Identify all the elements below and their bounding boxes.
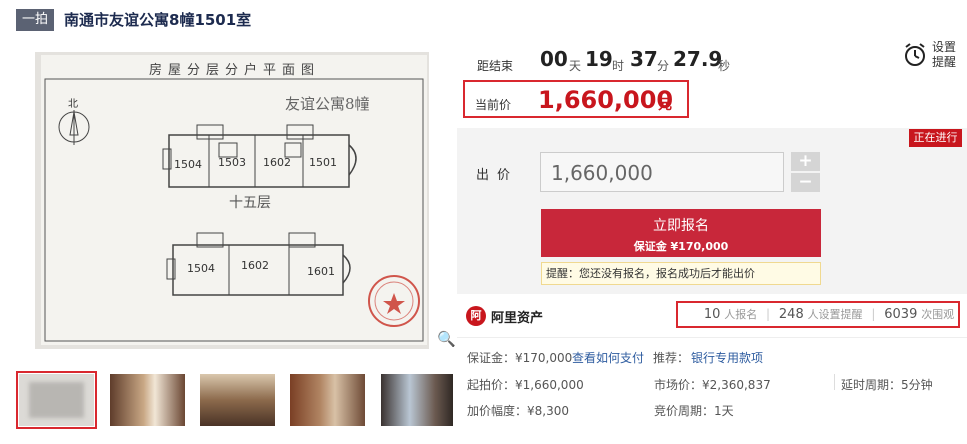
plan-floor-label: 十五层 <box>229 195 271 211</box>
auction-stats: 10 人报名 | 248 人设置提醒 | 6039 次围观 <box>676 301 960 328</box>
countdown-days: 00 <box>540 47 568 71</box>
brand-name: 阿里资产 <box>491 311 544 326</box>
view-count: 6039 <box>884 307 918 322</box>
market-price: 市场价：¥2,360,837 <box>654 378 771 392</box>
bid-amount-input[interactable]: 1,660,000 <box>540 152 784 192</box>
signup-count: 10 <box>703 307 721 322</box>
deposit-info: 保证金：¥170,000 <box>467 351 573 365</box>
page-title: 南通市友谊公寓8幢1501室 <box>64 11 252 29</box>
room-label: 1504 <box>187 262 215 275</box>
how-to-pay-link[interactable]: 查看如何支付 <box>572 349 644 366</box>
status-badge: 正在进行 <box>909 129 962 147</box>
thumb-floorplan[interactable] <box>16 371 97 429</box>
set-reminder-button[interactable]: 设置提醒 <box>932 40 962 70</box>
magnifier-icon[interactable]: 🔍 <box>437 330 456 348</box>
room-label: 1503 <box>218 156 246 169</box>
current-price: 1,660,000 <box>538 86 674 114</box>
room-label: 1501 <box>309 156 337 169</box>
bid-increment: 加价幅度：¥8,300 <box>467 404 569 418</box>
thumb-bedroom[interactable] <box>381 374 453 426</box>
view-count-unit: 次围观 <box>921 308 955 321</box>
room-label: 1602 <box>241 259 269 272</box>
floor-plan-paper: 房屋分层分户平面图 北 友谊公寓8幢 十五层 1504 1503 1602 15… <box>41 55 427 345</box>
info-divider <box>834 374 835 390</box>
countdown-hours: 19 <box>585 47 613 71</box>
thumb-dining-room[interactable] <box>290 374 365 426</box>
countdown-minutes-unit: 分 <box>657 59 670 73</box>
register-button-label: 立即报名 <box>653 218 709 234</box>
thumb-living-room[interactable] <box>200 374 275 426</box>
plan-building-name: 友谊公寓8幢 <box>285 95 370 113</box>
deposit-label: 保证金 ¥170,000 <box>633 240 729 253</box>
register-tip: 提醒：您还没有报名，报名成功后才能出价 <box>541 262 821 285</box>
countdown-days-unit: 天 <box>569 59 582 73</box>
alarm-clock-icon[interactable] <box>902 42 928 68</box>
current-price-unit: 元 <box>658 97 672 113</box>
signup-count-unit: 人报名 <box>724 308 758 321</box>
countdown-seconds-unit: 秒 <box>718 59 731 73</box>
bid-decrease-button[interactable]: − <box>791 173 820 192</box>
delay-period: 延时周期：5分钟 <box>841 378 933 392</box>
thumb-hallway[interactable] <box>110 374 185 426</box>
main-image[interactable]: 房屋分层分户平面图 北 友谊公寓8幢 十五层 1504 1503 1602 15… <box>35 52 429 349</box>
ali-assets-logo-icon: 阿 <box>466 306 486 326</box>
current-price-label: 当前价 <box>475 98 512 112</box>
countdown-hours-unit: 时 <box>612 59 625 73</box>
divider <box>457 337 967 338</box>
room-label: 1601 <box>307 265 335 278</box>
countdown-seconds: 27.9 <box>673 47 723 71</box>
auction-round-tag: 一拍 <box>16 9 54 31</box>
starting-price: 起拍价：¥1,660,000 <box>467 378 584 392</box>
countdown-label: 距结束 <box>477 59 514 73</box>
bid-label: 出价 <box>476 168 519 183</box>
bid-increase-button[interactable]: + <box>791 152 820 171</box>
register-now-button[interactable]: 立即报名 保证金 ¥170,000 <box>541 209 821 257</box>
reminder-count-unit: 人设置提醒 <box>807 308 863 321</box>
room-label: 1504 <box>174 158 202 171</box>
room-label: 1602 <box>263 156 291 169</box>
countdown-minutes: 37 <box>630 47 658 71</box>
recommend-label: 推荐： <box>653 351 690 365</box>
bidding-period: 竞价周期：1天 <box>654 404 734 418</box>
bank-account-link[interactable]: 银行专用款项 <box>691 349 763 366</box>
reminder-count: 248 <box>778 307 804 322</box>
